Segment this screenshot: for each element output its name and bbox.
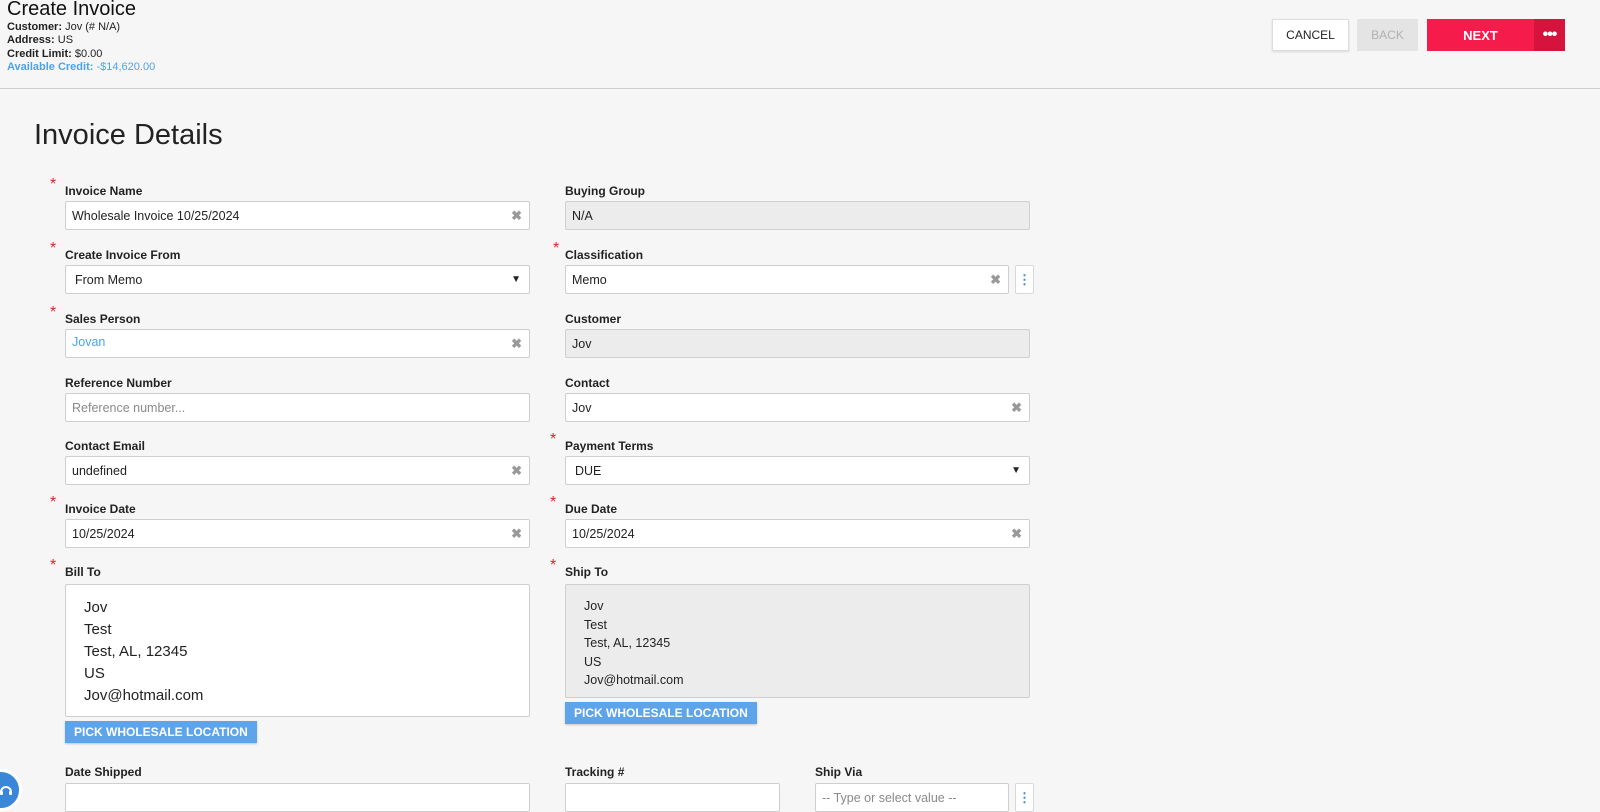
- header-customer: Customer: Jov (# N/A): [7, 21, 121, 33]
- header-available-credit: Available Credit: -$14,620.00: [7, 61, 156, 73]
- required-marker: *: [550, 494, 557, 511]
- close-icon[interactable]: ✖: [990, 273, 1001, 286]
- required-marker: *: [50, 304, 57, 321]
- payment-terms-select[interactable]: DUE ▼: [565, 456, 1030, 485]
- due-date-input[interactable]: 10/25/2024 ✖: [565, 519, 1030, 548]
- contact-value: Jov: [572, 400, 592, 415]
- more-vertical-icon[interactable]: ⋮: [1015, 265, 1034, 294]
- create-invoice-from-label: Create Invoice From: [65, 248, 181, 262]
- contact-input[interactable]: Jov ✖: [565, 393, 1030, 422]
- close-icon[interactable]: ✖: [1011, 401, 1022, 414]
- header-credit-limit: Credit Limit: $0.00: [7, 48, 103, 60]
- close-icon[interactable]: ✖: [511, 209, 522, 222]
- classification-label: Classification: [565, 248, 644, 262]
- sales-person-value[interactable]: Jovan: [72, 335, 105, 349]
- ship-via-placeholder: -- Type or select value --: [822, 790, 957, 805]
- close-icon[interactable]: ✖: [511, 527, 522, 540]
- ship-to-line: Jov: [584, 599, 604, 613]
- next-button[interactable]: NEXT: [1427, 19, 1534, 51]
- more-horizontal-icon[interactable]: •••: [1534, 19, 1565, 51]
- required-marker: *: [50, 557, 57, 574]
- contact-email-input[interactable]: undefined ✖: [65, 456, 530, 485]
- page-header: Create Invoice Customer: Jov (# N/A) Add…: [0, 0, 1600, 89]
- date-shipped-input[interactable]: [65, 783, 530, 812]
- invoice-date-label: Invoice Date: [65, 502, 136, 516]
- chevron-down-icon: ▼: [511, 274, 521, 285]
- invoice-name-input[interactable]: Wholesale Invoice 10/25/2024 ✖: [65, 201, 530, 230]
- customer-label: Customer: [565, 312, 622, 326]
- customer-field: Jov: [565, 329, 1030, 358]
- classification-value: Memo: [572, 272, 607, 287]
- ship-to-line: Test, AL, 12345: [584, 636, 671, 650]
- pick-wholesale-location-button[interactable]: PICK WHOLESALE LOCATION: [65, 721, 257, 743]
- required-marker: *: [50, 494, 57, 511]
- close-icon[interactable]: ✖: [1011, 527, 1022, 540]
- tracking-label: Tracking #: [565, 765, 625, 779]
- due-date-label: Due Date: [565, 502, 618, 516]
- buying-group-field: N/A: [565, 201, 1030, 230]
- tracking-input[interactable]: [565, 783, 780, 812]
- bill-to-textarea[interactable]: Jov Test Test, AL, 12345 US Jov@hotmail.…: [65, 584, 530, 717]
- create-invoice-from-value: From Memo: [75, 272, 143, 287]
- required-marker: *: [50, 240, 57, 257]
- header-title: Create Invoice: [7, 0, 136, 20]
- close-icon[interactable]: ✖: [511, 337, 522, 350]
- chat-icon[interactable]: [0, 769, 22, 811]
- close-icon[interactable]: ✖: [511, 464, 522, 477]
- ship-via-label: Ship Via: [815, 765, 863, 779]
- create-invoice-from-select[interactable]: From Memo ▼: [65, 265, 530, 294]
- bill-to-line: Jov: [84, 599, 108, 616]
- invoice-date-value: 10/25/2024: [72, 526, 135, 541]
- contact-email-label: Contact Email: [65, 439, 146, 453]
- bill-to-line: Test, AL, 12345: [84, 643, 188, 660]
- ship-to-line: Jov@hotmail.com: [584, 673, 684, 687]
- ship-to-field: Jov Test Test, AL, 12345 US Jov@hotmail.…: [565, 584, 1030, 698]
- ship-to-line: US: [584, 654, 602, 669]
- bill-to-line: Jov@hotmail.com: [84, 687, 204, 704]
- ship-via-input[interactable]: -- Type or select value --: [815, 783, 1009, 812]
- page-title: Invoice Details: [34, 119, 223, 151]
- back-button[interactable]: BACK: [1357, 19, 1418, 51]
- classification-input[interactable]: Memo ✖: [565, 265, 1009, 294]
- cancel-button[interactable]: CANCEL: [1272, 19, 1349, 51]
- payment-terms-value: DUE: [575, 463, 602, 478]
- chevron-down-icon: ▼: [1011, 465, 1021, 476]
- invoice-date-input[interactable]: 10/25/2024 ✖: [65, 519, 530, 548]
- bill-to-line: Test: [84, 621, 112, 638]
- header-address: Address: US: [7, 34, 74, 46]
- required-marker: *: [50, 176, 57, 193]
- more-vertical-icon[interactable]: ⋮: [1015, 783, 1034, 812]
- ship-to-label: Ship To: [565, 565, 609, 579]
- required-marker: *: [550, 557, 557, 574]
- buying-group-value: N/A: [572, 208, 593, 223]
- required-marker: *: [550, 431, 557, 448]
- date-shipped-label: Date Shipped: [65, 765, 142, 779]
- reference-number-input[interactable]: Reference number...: [65, 393, 530, 422]
- buying-group-label: Buying Group: [565, 184, 645, 198]
- required-marker: *: [553, 240, 560, 257]
- contact-label: Contact: [565, 376, 610, 390]
- bill-to-line: US: [84, 665, 105, 682]
- sales-person-input[interactable]: Jovan ✖: [65, 329, 530, 358]
- reference-number-label: Reference Number: [65, 376, 172, 390]
- due-date-value: 10/25/2024: [572, 526, 635, 541]
- bill-to-label: Bill To: [65, 565, 101, 579]
- chat-icon-glyph: [0, 786, 12, 795]
- payment-terms-label: Payment Terms: [565, 439, 654, 453]
- sales-person-label: Sales Person: [65, 312, 141, 326]
- pick-wholesale-location-button[interactable]: PICK WHOLESALE LOCATION: [565, 702, 757, 724]
- reference-number-placeholder: Reference number...: [72, 400, 186, 415]
- contact-email-value: undefined: [72, 463, 127, 478]
- customer-value: Jov: [572, 336, 592, 351]
- invoice-name-label: Invoice Name: [65, 184, 143, 198]
- invoice-name-value: Wholesale Invoice 10/25/2024: [72, 208, 240, 223]
- ship-to-line: Test: [584, 617, 607, 632]
